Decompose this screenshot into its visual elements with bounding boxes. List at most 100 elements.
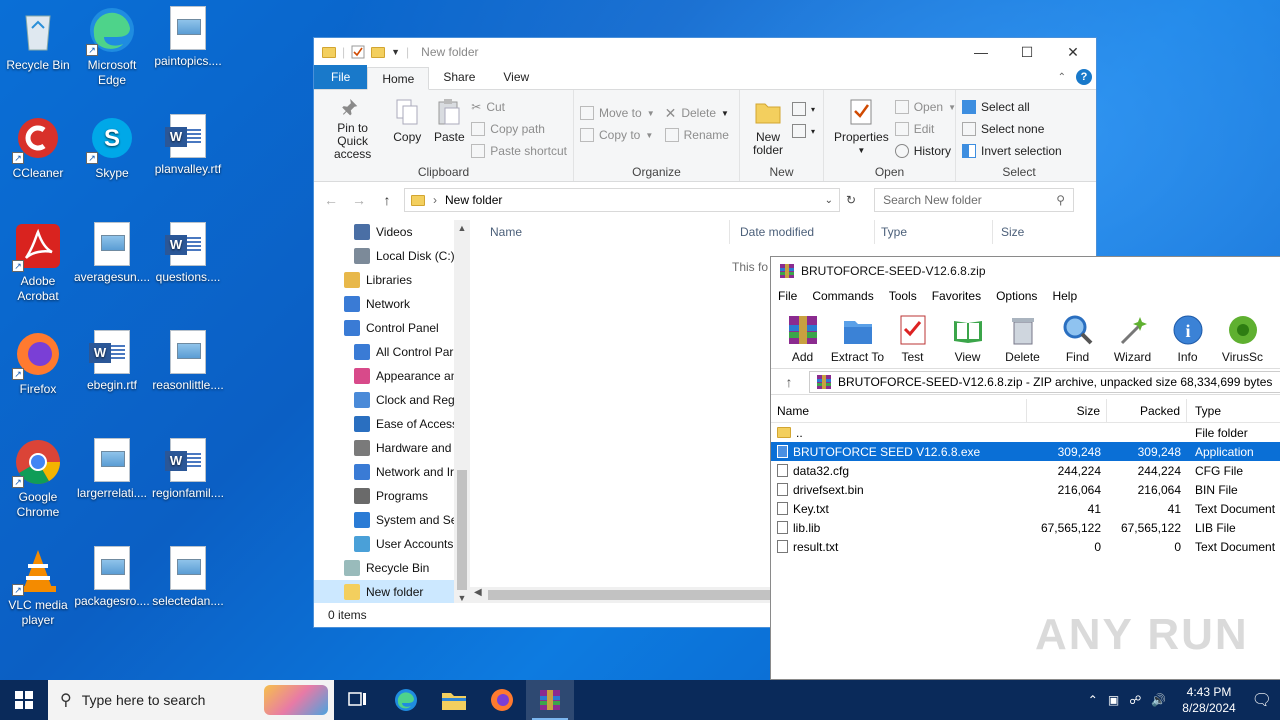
show-hidden-icons-icon[interactable]: ⌃	[1088, 693, 1098, 707]
table-row[interactable]: result.txt 0 0 Text Document	[771, 537, 1280, 556]
pin-quick-access-button[interactable]: Pin to Quick access	[320, 94, 385, 163]
nav-scrollbar[interactable]: ▲ ▼	[454, 220, 470, 603]
close-button[interactable]: ✕	[1050, 38, 1096, 66]
desktop-icon[interactable]: Webegin.rtf	[74, 330, 150, 393]
toolbar-button[interactable]: Find	[1050, 307, 1105, 368]
desktop-icon[interactable]: ↗ CCleaner	[0, 114, 76, 181]
help-icon[interactable]: ?	[1076, 69, 1092, 85]
table-row[interactable]: Key.txt 41 41 Text Document	[771, 499, 1280, 518]
menu-item[interactable]: File	[778, 289, 797, 303]
toolbar-button[interactable]: View	[940, 307, 995, 368]
back-arrow-icon[interactable]: ←	[320, 192, 342, 208]
nav-item[interactable]: New folder	[314, 580, 470, 603]
table-row[interactable]: .. File folder	[771, 423, 1280, 442]
menu-item[interactable]: Help	[1052, 289, 1077, 303]
column-type[interactable]: Type	[875, 220, 993, 244]
table-row[interactable]: BRUTOFORCE SEED V12.6.8.exe 309,248 309,24…	[771, 442, 1280, 461]
tab-home[interactable]: Home	[367, 67, 430, 90]
desktop-icon[interactable]: S ↗ Skype	[74, 114, 150, 181]
search-input[interactable]: Search New folder ⚲	[874, 188, 1075, 212]
archive-file-list[interactable]: Name Size Packed Type .. File folder BRUTO…	[771, 398, 1280, 556]
nav-item[interactable]: Clock and Regi	[314, 388, 470, 412]
properties-check-icon[interactable]	[351, 45, 365, 59]
toolbar-button[interactable]: Test	[885, 307, 940, 368]
nav-item[interactable]: Local Disk (C:)	[314, 244, 470, 268]
desktop-icon[interactable]: paintopics....	[150, 6, 226, 69]
paste-button[interactable]: Paste	[429, 94, 469, 163]
network-icon[interactable]: ☍	[1129, 693, 1141, 707]
new-item-button[interactable]: ▾	[792, 98, 815, 120]
desktop-icon[interactable]: ↗ VLC media player	[0, 546, 76, 628]
scroll-thumb[interactable]	[457, 470, 467, 590]
column-type[interactable]: Type	[1187, 399, 1280, 423]
column-name[interactable]: Name	[470, 220, 730, 244]
tab-view[interactable]: View	[489, 66, 543, 89]
invert-selection-button[interactable]: Invert selection	[962, 140, 1076, 162]
toolbar-button[interactable]: Extract To	[830, 307, 885, 368]
address-bar[interactable]: › New folder ⌄	[404, 188, 840, 212]
column-name[interactable]: Name	[771, 398, 1027, 423]
nav-item[interactable]: User Accounts	[314, 532, 470, 556]
column-size[interactable]: Size	[993, 220, 1073, 244]
edit-button[interactable]: Edit	[894, 118, 956, 140]
forward-arrow-icon[interactable]: →	[348, 192, 370, 208]
winrar-titlebar[interactable]: BRUTOFORCE-SEED-V12.6.8.zip	[771, 257, 1280, 285]
properties-button[interactable]: Properties ▼	[830, 94, 893, 163]
volume-icon[interactable]: 🔊	[1151, 693, 1166, 707]
collapse-ribbon-icon[interactable]: ⌃	[1058, 72, 1066, 83]
customize-dropdown-icon[interactable]: ▼	[391, 47, 400, 57]
rename-button[interactable]: Rename	[664, 124, 729, 146]
nav-item[interactable]: Network	[314, 292, 470, 316]
meet-now-icon[interactable]: ▣	[1108, 693, 1119, 707]
nav-item[interactable]: Appearance an	[314, 364, 470, 388]
desktop-icon[interactable]: reasonlittle....	[150, 330, 226, 393]
refresh-icon[interactable]: ↻	[846, 193, 856, 207]
desktop-icon[interactable]: Wplanvalley.rtf	[150, 114, 226, 177]
taskbar-edge[interactable]	[382, 680, 430, 720]
copy-path-button[interactable]: Copy path	[471, 118, 567, 140]
desktop-icon[interactable]: packagesro....	[74, 546, 150, 609]
maximize-button[interactable]: ☐	[1004, 38, 1050, 66]
nav-item[interactable]: Control Panel	[314, 316, 470, 340]
task-view-button[interactable]	[334, 680, 382, 720]
menu-item[interactable]: Options	[996, 289, 1037, 303]
column-size[interactable]: Size	[1027, 398, 1107, 423]
history-button[interactable]: History	[894, 140, 956, 162]
up-arrow-icon[interactable]: ↑	[376, 192, 398, 208]
move-to-button[interactable]: Move to ▼	[580, 102, 655, 124]
new-folder-quick-icon[interactable]	[371, 46, 386, 58]
toolbar-button[interactable]: Add	[775, 307, 830, 368]
navigation-pane[interactable]: Videos Local Disk (C:) Libraries Network Con…	[314, 220, 470, 603]
paste-shortcut-button[interactable]: Paste shortcut	[471, 140, 567, 162]
desktop-icon[interactable]: Recycle Bin	[0, 6, 76, 73]
archive-path-field[interactable]: BRUTOFORCE-SEED-V12.6.8.zip - ZIP archiv…	[809, 370, 1280, 393]
breadcrumb[interactable]: New folder	[445, 193, 502, 207]
toolbar-button[interactable]: Wizard	[1105, 307, 1160, 368]
minimize-button[interactable]: —	[958, 38, 1004, 66]
nav-item[interactable]: Libraries	[314, 268, 470, 292]
toolbar-button[interactable]: VirusSc	[1215, 307, 1270, 368]
select-none-button[interactable]: Select none	[962, 118, 1076, 140]
desktop-icon[interactable]: largerrelati....	[74, 438, 150, 501]
toolbar-button[interactable]: Delete	[995, 307, 1050, 368]
taskbar-firefox[interactable]	[478, 680, 526, 720]
copy-button[interactable]: Copy	[387, 94, 427, 163]
tab-file[interactable]: File	[314, 65, 368, 89]
address-dropdown-icon[interactable]: ⌄	[825, 195, 833, 206]
nav-item[interactable]: Programs	[314, 484, 470, 508]
column-packed[interactable]: Packed	[1107, 398, 1187, 423]
desktop-icon[interactable]: averagesun....	[74, 222, 150, 285]
copy-to-button[interactable]: Copy to ▼	[580, 124, 655, 146]
desktop-icon[interactable]: Wquestions....	[150, 222, 226, 285]
desktop-icon[interactable]: ↗ Microsoft Edge	[74, 6, 150, 88]
up-folder-icon[interactable]: ↑	[777, 374, 801, 390]
easy-access-button[interactable]: ▾	[792, 120, 815, 142]
notifications-icon[interactable]: 🗨	[1252, 690, 1272, 710]
select-all-button[interactable]: Select all	[962, 96, 1076, 118]
table-row[interactable]: drivefsext.bin 216,064 216,064 BIN File	[771, 480, 1280, 499]
nav-item[interactable]: All Control Par	[314, 340, 470, 364]
clock[interactable]: 4:43 PM 8/28/2024	[1176, 684, 1241, 716]
menu-item[interactable]: Tools	[889, 289, 917, 303]
nav-item[interactable]: System and Sec	[314, 508, 470, 532]
desktop-icon[interactable]: selectedan....	[150, 546, 226, 609]
